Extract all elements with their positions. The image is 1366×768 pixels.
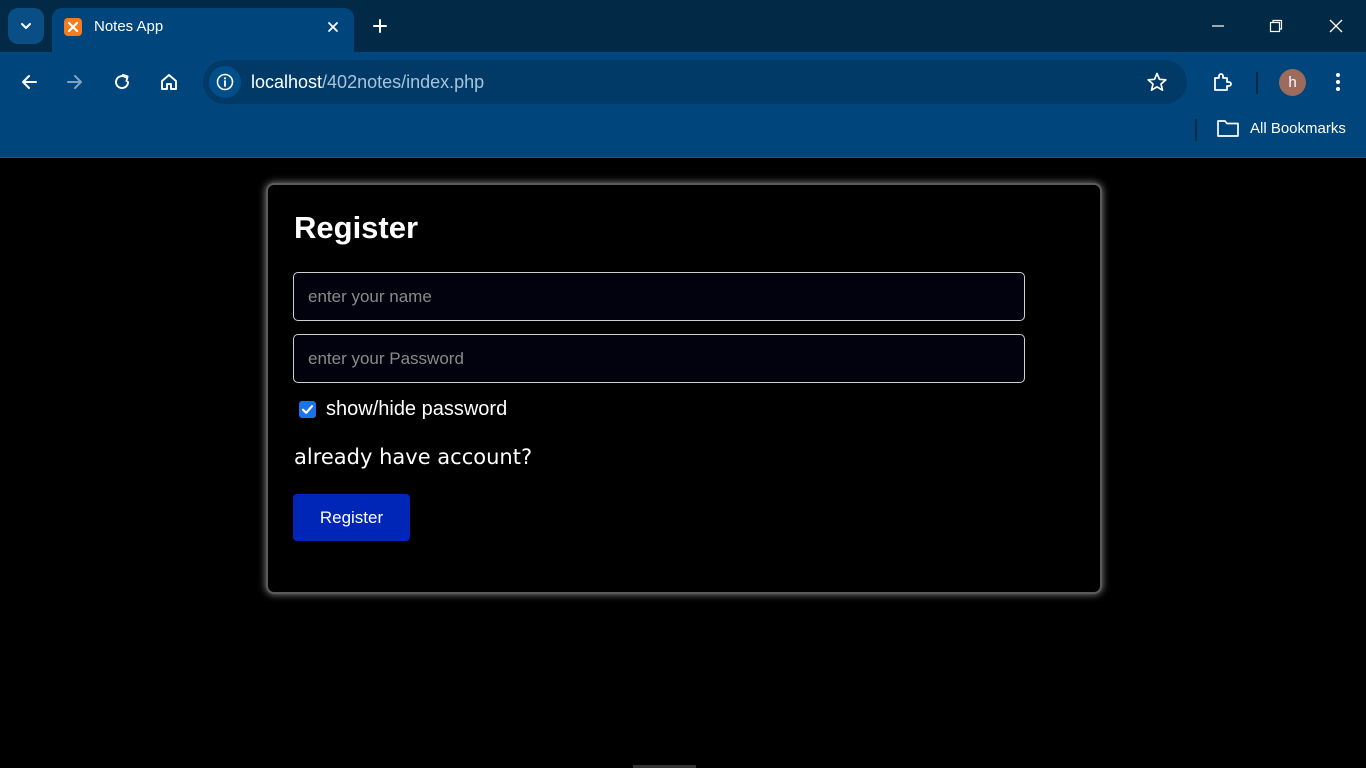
reload-icon[interactable] xyxy=(104,64,140,100)
home-icon[interactable] xyxy=(151,64,187,100)
password-input[interactable] xyxy=(293,334,1025,383)
bookmark-star-icon[interactable] xyxy=(1145,70,1169,94)
tab-strip: Notes App xyxy=(0,0,1366,52)
extensions-puzzle-icon[interactable] xyxy=(1204,64,1240,100)
chrome-divider xyxy=(0,157,1366,158)
url-text[interactable]: localhost/402notes/index.php xyxy=(251,72,484,93)
tab-notes-app[interactable]: Notes App xyxy=(52,8,354,52)
chevron-down-icon xyxy=(21,23,31,29)
browser-chrome: Notes App localhost/402notes/index.php h… xyxy=(0,0,1366,158)
restore-icon[interactable] xyxy=(1258,10,1294,42)
tab-search-button[interactable] xyxy=(8,8,44,44)
profile-avatar[interactable]: h xyxy=(1279,69,1306,96)
browser-menu-icon[interactable] xyxy=(1320,64,1356,100)
login-link[interactable]: already have account? xyxy=(294,445,532,469)
show-password-label: show/hide password xyxy=(326,398,508,420)
back-arrow-icon[interactable] xyxy=(11,64,47,100)
url-path: /402notes/index.php xyxy=(322,72,485,92)
tab-title: Notes App xyxy=(94,18,164,35)
forward-arrow-icon[interactable] xyxy=(57,64,93,100)
bookmarks-separator xyxy=(1195,119,1197,141)
toolbar-separator xyxy=(1256,72,1258,94)
address-bar[interactable]: localhost/402notes/index.php xyxy=(203,60,1187,104)
site-info-icon[interactable] xyxy=(209,66,241,98)
register-button[interactable]: Register xyxy=(293,494,410,541)
page-title: Register xyxy=(294,210,419,245)
new-tab-plus-icon[interactable] xyxy=(366,12,394,40)
close-window-icon[interactable] xyxy=(1318,10,1354,42)
xampp-favicon-icon xyxy=(64,18,82,36)
show-password-row[interactable]: show/hide password xyxy=(299,398,507,421)
name-input[interactable] xyxy=(293,272,1025,321)
all-bookmarks-label: All Bookmarks xyxy=(1250,119,1346,137)
all-bookmarks-button[interactable]: All Bookmarks xyxy=(1216,118,1346,138)
folder-icon xyxy=(1217,120,1239,137)
tab-close-icon[interactable] xyxy=(322,16,344,38)
register-card: Register show/hide password already have… xyxy=(266,183,1102,594)
url-host: localhost xyxy=(251,72,323,92)
minimize-icon[interactable] xyxy=(1200,10,1236,42)
checkmark-icon xyxy=(301,405,314,414)
show-password-checkbox[interactable] xyxy=(299,401,316,418)
